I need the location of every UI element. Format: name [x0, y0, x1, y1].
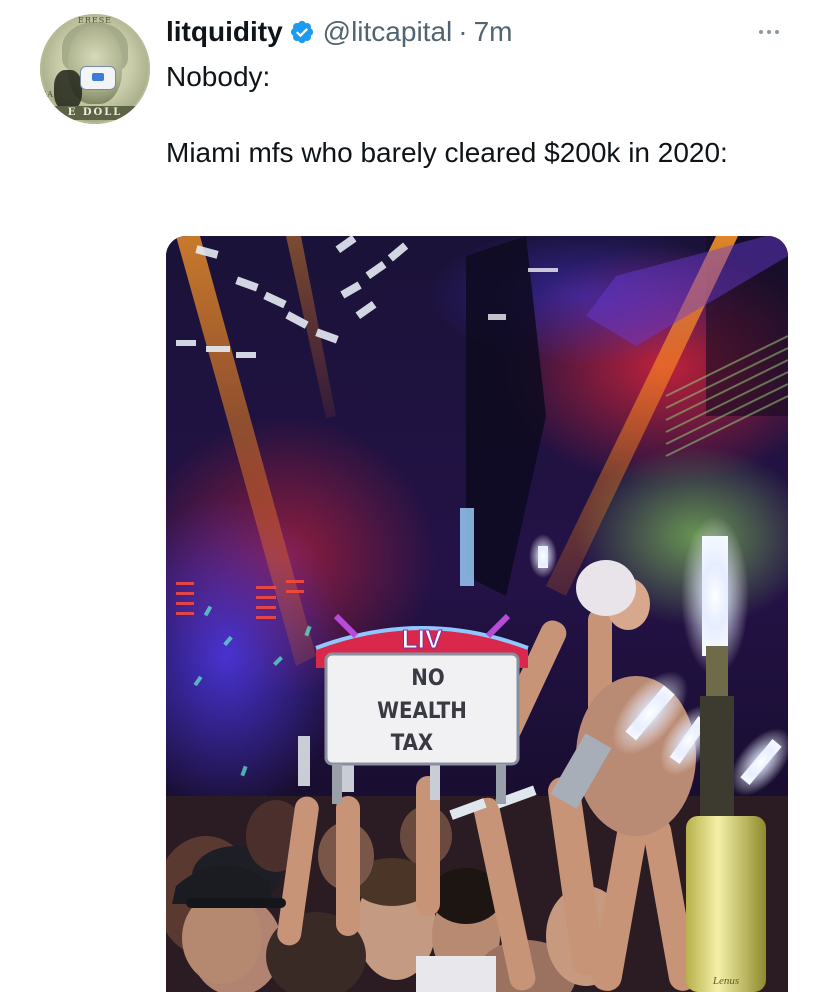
sign-line-no: NO	[411, 666, 444, 691]
sign-line-wealth: WEALTH	[377, 699, 467, 724]
tweet-header: litquidity @litcapital · 7m	[166, 12, 512, 52]
verified-badge-icon	[290, 20, 313, 44]
more-dot	[767, 30, 771, 34]
avatar[interactable]: ERESE 5A E DOLL	[40, 14, 150, 124]
user-handle[interactable]: @litcapital	[323, 16, 453, 48]
sign-line-tax: TAX	[391, 731, 433, 756]
nightclub-photo: Lenus LIV NO WEALTH TAX	[166, 236, 788, 992]
video-screen	[460, 508, 474, 586]
bottle-held	[576, 560, 636, 616]
avatar-side-text: 5A	[42, 90, 53, 99]
tweet-media-photo[interactable]: Lenus LIV NO WEALTH TAX	[166, 236, 788, 992]
tweet: ERESE 5A E DOLL litquidity @litcapital ·…	[0, 0, 828, 992]
tweet-text: Nobody: Miami mfs who barely cleared $20…	[166, 58, 786, 172]
separator-dot: ·	[458, 16, 468, 47]
liv-logo: LIV	[402, 624, 443, 654]
more-dot	[775, 30, 779, 34]
avatar-face-mask	[80, 66, 116, 90]
bottle-label: Lenus	[712, 975, 739, 987]
more-dot	[759, 30, 763, 34]
avatar-banknote-band: E DOLL	[40, 106, 150, 120]
tweet-text-line: Miami mfs who barely cleared $200k in 20…	[166, 137, 728, 168]
display-name[interactable]: litquidity	[166, 16, 283, 48]
avatar-hand	[54, 70, 82, 110]
more-options-icon[interactable]	[752, 20, 786, 44]
tweet-text-line: Nobody:	[166, 61, 271, 92]
timestamp[interactable]: 7m	[474, 16, 513, 48]
text-spacer	[166, 96, 786, 134]
